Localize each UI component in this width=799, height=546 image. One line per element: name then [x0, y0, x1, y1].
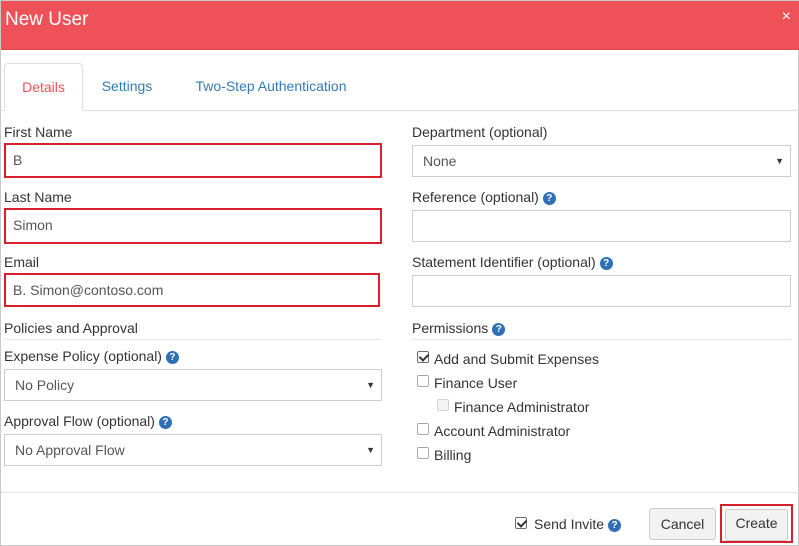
add-submit-expenses-label: Add and Submit Expenses — [434, 351, 599, 367]
billing-label: Billing — [434, 447, 472, 463]
finance-administrator-checkbox — [437, 399, 449, 411]
expense-policy-value: No Policy — [15, 377, 75, 393]
email-label: Email — [4, 254, 40, 270]
tab-bar: Details Settings Two-Step Authentication — [1, 63, 799, 111]
department-label: Department (optional) — [412, 124, 548, 140]
tab-details[interactable]: Details — [4, 63, 83, 111]
last-name-label: Last Name — [4, 189, 72, 205]
tab-settings[interactable]: Settings — [94, 63, 160, 111]
first-name-label: First Name — [4, 124, 73, 140]
reference-label-text: Reference (optional) — [412, 189, 539, 205]
permissions-section-rule — [412, 339, 791, 340]
question-circle-icon[interactable]: ? — [165, 351, 179, 364]
approval-flow-label-text: Approval Flow (optional) — [4, 413, 155, 429]
policies-section-rule — [4, 339, 382, 340]
caret-down-icon: ▼ — [775, 156, 784, 166]
question-circle-icon[interactable]: ? — [608, 519, 622, 532]
permissions-label-text: Permissions — [412, 320, 489, 336]
approval-flow-select[interactable]: No Approval Flow ▼ — [4, 434, 382, 466]
department-value: None — [423, 153, 457, 169]
statement-identifier-input[interactable] — [412, 275, 791, 307]
cancel-button[interactable]: Cancel — [649, 508, 716, 540]
add-submit-expenses-checkbox[interactable] — [417, 351, 429, 363]
finance-administrator-label: Finance Administrator — [454, 399, 590, 415]
approval-flow-label: Approval Flow (optional)? — [4, 413, 172, 429]
send-invite-label: Send Invite? — [534, 516, 622, 532]
question-circle-icon[interactable]: ? — [599, 257, 613, 270]
send-invite-label-text: Send Invite — [534, 516, 605, 532]
reference-input[interactable] — [412, 210, 791, 242]
new-user-dialog: New User × Details Settings Two-Step Aut… — [0, 0, 799, 546]
tab-two-step-authentication[interactable]: Two-Step Authentication — [184, 63, 358, 111]
finance-user-checkbox[interactable] — [417, 375, 429, 387]
question-circle-icon[interactable]: ? — [542, 192, 556, 205]
create-button-highlight: Create — [720, 504, 793, 543]
account-administrator-checkbox[interactable] — [417, 423, 429, 435]
approval-flow-value: No Approval Flow — [15, 442, 125, 458]
expense-policy-select[interactable]: No Policy ▼ — [4, 369, 382, 401]
department-select[interactable]: None ▼ — [412, 145, 791, 177]
finance-user-label: Finance User — [434, 375, 518, 391]
close-icon[interactable]: × — [782, 9, 791, 25]
account-administrator-label: Account Administrator — [434, 423, 571, 439]
expense-policy-label: Expense Policy (optional)? — [4, 348, 179, 364]
question-circle-icon[interactable]: ? — [492, 323, 506, 336]
reference-label: Reference (optional)? — [412, 189, 556, 205]
statement-identifier-label: Statement Identifier (optional)? — [412, 254, 613, 270]
dialog-title: New User — [5, 9, 89, 30]
permissions-label: Permissions? — [412, 320, 506, 336]
caret-down-icon: ▼ — [366, 445, 375, 455]
expense-policy-label-text: Expense Policy (optional) — [4, 348, 162, 364]
caret-down-icon: ▼ — [366, 380, 375, 390]
question-circle-icon[interactable]: ? — [158, 416, 172, 429]
create-button[interactable]: Create — [725, 509, 788, 541]
last-name-input[interactable]: Simon — [4, 208, 382, 244]
policies-section-title: Policies and Approval — [4, 320, 138, 336]
footer-divider — [1, 492, 799, 493]
billing-checkbox[interactable] — [417, 447, 429, 459]
email-input[interactable]: B. Simon@contoso.com — [4, 273, 380, 307]
send-invite-checkbox[interactable] — [515, 517, 527, 529]
dialog-header: New User × — [1, 1, 799, 50]
first-name-input[interactable]: B — [4, 143, 382, 178]
statement-identifier-label-text: Statement Identifier (optional) — [412, 254, 596, 270]
